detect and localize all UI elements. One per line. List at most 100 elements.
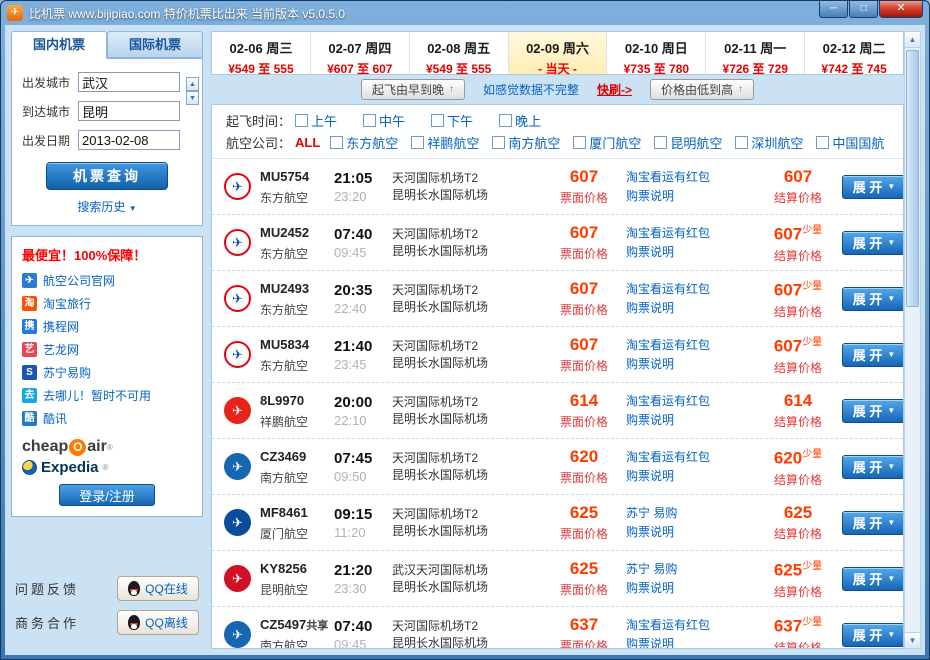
contact-row: 问题反馈 QQ在线	[11, 571, 203, 605]
fare-price-label: 票面价格	[542, 637, 626, 648]
sort-by-time-button[interactable]: 起飞由早到晚 ↑	[361, 79, 465, 100]
time-checkbox[interactable]	[363, 114, 376, 127]
search-flights-button[interactable]: 机票查询	[46, 162, 168, 190]
expand-button[interactable]: 展 开 ▼	[842, 175, 903, 199]
partner-link[interactable]: 酷 酷讯	[22, 407, 192, 430]
search-history-link[interactable]: 搜索历史 ▼	[18, 198, 196, 219]
partner-link[interactable]: 淘 淘宝旅行	[22, 292, 192, 315]
expand-button[interactable]: 展 开 ▼	[842, 399, 903, 423]
channel-link[interactable]: 淘宝看运有红包	[626, 336, 754, 355]
vertical-scrollbar[interactable]: ▲ ▼	[904, 31, 921, 649]
flight-list-panel: 起飞时间： 上午 中午	[211, 104, 904, 649]
airline-checkbox[interactable]	[492, 136, 505, 149]
cheapoair-logo[interactable]: cheap O air ®	[22, 438, 192, 456]
channel-link[interactable]: 淘宝看运有红包	[626, 616, 754, 635]
purchase-note-link[interactable]: 购票说明	[626, 467, 754, 486]
time-option-label[interactable]: 晚上	[515, 111, 541, 130]
fare-price: 607	[542, 167, 626, 187]
form-field-input[interactable]	[78, 72, 180, 92]
channel-link[interactable]: 淘宝看运有红包	[626, 280, 754, 299]
arrival-airport: 昆明长水国际机场	[392, 355, 542, 372]
date-tab[interactable]: 02-11 周一 ¥726 至 729	[706, 32, 805, 74]
airline-option-label[interactable]: 深圳航空	[751, 133, 803, 152]
partner-link[interactable]: 艺 艺龙网	[22, 338, 192, 361]
channel-link[interactable]: 淘宝看运有红包	[626, 168, 754, 187]
form-field-input[interactable]	[78, 101, 180, 121]
purchase-note-link[interactable]: 购票说明	[626, 243, 754, 262]
airline-option-label[interactable]: 南方航空	[508, 133, 560, 152]
airline-checkbox[interactable]	[735, 136, 748, 149]
date-tab[interactable]: 02-10 周日 ¥735 至 780	[607, 32, 706, 74]
airline-option-label[interactable]: 东方航空	[346, 133, 398, 152]
scrollbar-track[interactable]	[905, 48, 920, 632]
ticket-type-tab[interactable]: 国内机票	[11, 31, 107, 59]
sort-by-price-button[interactable]: 价格由低到高 ↑	[650, 79, 754, 100]
form-field-input[interactable]	[78, 130, 180, 150]
date-tab[interactable]: 02-07 周四 ¥607 至 607	[311, 32, 410, 74]
time-option-label[interactable]: 下午	[447, 111, 473, 130]
time-checkbox[interactable]	[295, 114, 308, 127]
partner-link[interactable]: S 苏宁易购	[22, 361, 192, 384]
airline-option-label[interactable]: 祥鹏航空	[427, 133, 479, 152]
partner-link[interactable]: 携 携程网	[22, 315, 192, 338]
expand-button[interactable]: 展 开 ▼	[842, 343, 903, 367]
date-tab[interactable]: 02-06 周三 ¥549 至 555	[212, 32, 311, 74]
expand-button[interactable]: 展 开 ▼	[842, 511, 903, 535]
airline-checkbox[interactable]	[816, 136, 829, 149]
minimize-button[interactable]: ─	[819, 1, 848, 18]
airline-all-option[interactable]: ALL	[295, 135, 320, 150]
purchase-note-link[interactable]: 购票说明	[626, 635, 754, 649]
maximize-button[interactable]: □	[849, 1, 878, 18]
swap-cities-control[interactable]: ▲ ▼	[186, 77, 199, 105]
airline-option-label[interactable]: 昆明航空	[670, 133, 722, 152]
date-tab[interactable]: 02-08 周五 ¥549 至 555	[410, 32, 509, 74]
airline-checkbox[interactable]	[411, 136, 424, 149]
airline-logo-icon: ✈	[224, 285, 251, 312]
swap-down-icon[interactable]: ▼	[186, 91, 199, 105]
partner-link[interactable]: ✈ 航空公司官网	[22, 269, 192, 292]
time-column: 07:45 09:50	[334, 450, 388, 484]
swap-up-icon[interactable]: ▲	[186, 77, 199, 91]
channel-link[interactable]: 苏宁 易购	[626, 504, 754, 523]
partner-link[interactable]: 去 去哪儿！暂时不可用	[22, 384, 192, 407]
airline-checkbox[interactable]	[330, 136, 343, 149]
login-register-button[interactable]: 登录/注册	[59, 484, 155, 506]
time-option-label[interactable]: 上午	[311, 111, 337, 130]
time-option-label[interactable]: 中午	[379, 111, 405, 130]
airline-option-label[interactable]: 中国国航	[832, 133, 884, 152]
scroll-down-icon[interactable]: ▼	[905, 632, 920, 648]
time-checkbox[interactable]	[431, 114, 444, 127]
date-tab[interactable]: 02-09 周六 - 当天 -	[509, 32, 608, 74]
ticket-type-tab[interactable]: 国际机票	[107, 31, 203, 58]
channel-link[interactable]: 淘宝看运有红包	[626, 448, 754, 467]
purchase-note-link[interactable]: 购票说明	[626, 411, 754, 430]
time-checkbox[interactable]	[499, 114, 512, 127]
date-tab[interactable]: 02-12 周二 ¥742 至 745	[805, 32, 903, 74]
close-button[interactable]: ✕	[879, 1, 923, 18]
qq-contact-button[interactable]: QQ在线	[117, 576, 199, 601]
purchase-note-link[interactable]: 购票说明	[626, 579, 754, 598]
scrollbar-thumb[interactable]	[906, 50, 919, 307]
expand-button[interactable]: 展 开 ▼	[842, 231, 903, 255]
expedia-logo[interactable]: Expedia ®	[22, 459, 192, 476]
purchase-note-link[interactable]: 购票说明	[626, 523, 754, 542]
title-bar[interactable]: ✈ 比机票 www.bijipiao.com 特价机票比出来 当前版本 v5.0…	[1, 1, 929, 25]
purchase-note-link[interactable]: 购票说明	[626, 299, 754, 318]
purchase-note-link[interactable]: 购票说明	[626, 355, 754, 374]
expand-button[interactable]: 展 开 ▼	[842, 623, 903, 647]
expand-button[interactable]: 展 开 ▼	[842, 455, 903, 479]
scroll-up-icon[interactable]: ▲	[905, 32, 920, 48]
qq-contact-button[interactable]: QQ离线	[117, 610, 199, 635]
qq-penguin-icon	[128, 615, 140, 630]
airline-option-label[interactable]: 厦门航空	[589, 133, 641, 152]
quick-refresh-link[interactable]: 快刷->	[597, 81, 632, 98]
channel-link[interactable]: 淘宝看运有红包	[626, 392, 754, 411]
airline-checkbox[interactable]	[654, 136, 667, 149]
airline-checkbox[interactable]	[573, 136, 586, 149]
expand-button[interactable]: 展 开 ▼	[842, 287, 903, 311]
expand-button[interactable]: 展 开 ▼	[842, 567, 903, 591]
channel-link[interactable]: 淘宝看运有红包	[626, 224, 754, 243]
channel-link[interactable]: 苏宁 易购	[626, 560, 754, 579]
purchase-note-link[interactable]: 购票说明	[626, 187, 754, 206]
fare-column: 625 票面价格	[542, 503, 626, 542]
